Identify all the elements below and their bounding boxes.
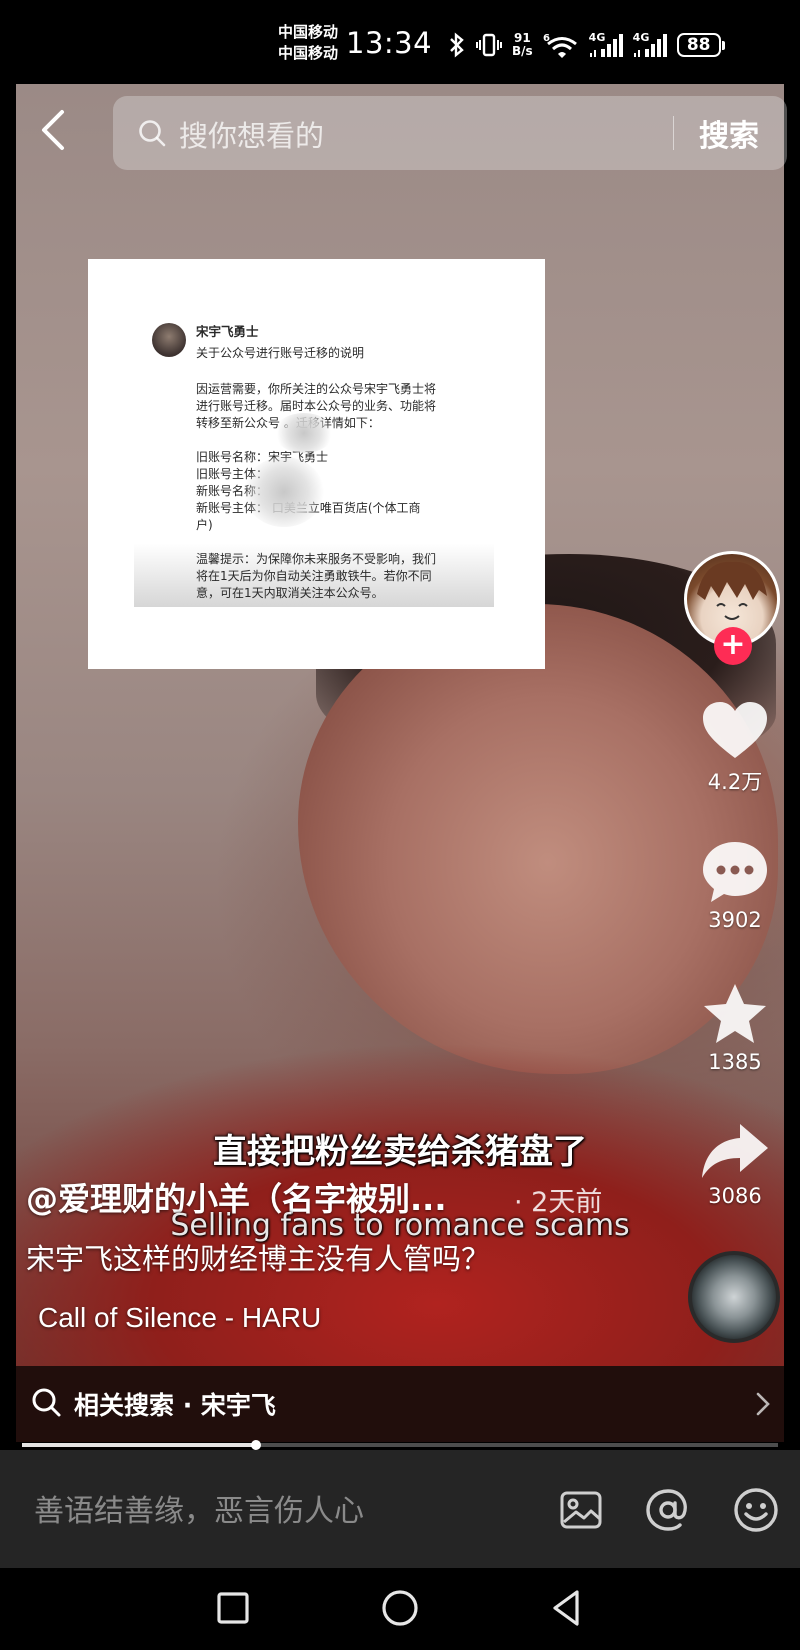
follow-plus-button[interactable]: + xyxy=(714,627,752,665)
like-button[interactable]: 4.2万 xyxy=(690,700,780,796)
doc-account-avatar xyxy=(152,323,186,357)
doc-account-name: 宋宇飞勇士 xyxy=(196,324,259,339)
music-title[interactable]: Call of Silence - HARU xyxy=(38,1302,321,1334)
signal-bars-icon xyxy=(589,34,623,57)
system-nav-bar xyxy=(0,1568,800,1650)
heart-icon xyxy=(703,702,767,758)
doc-line: 进行账号迁移。届时本公众号的业务、功能将 xyxy=(196,399,437,413)
comment-count: 3902 xyxy=(708,908,762,932)
search-icon xyxy=(32,1388,61,1417)
progress-handle[interactable] xyxy=(251,1440,262,1450)
doc-title: 关于公众号进行账号迁移的说明 xyxy=(196,346,365,360)
doc-line: 意，可在1天内取消关注本公众号。 xyxy=(196,586,384,600)
progress-fill xyxy=(22,1443,257,1447)
document-screenshot: 宋宇飞勇士 关于公众号进行账号迁移的说明 因运营需要，你所关注的公众号宋宇飞勇士… xyxy=(88,259,545,669)
comment-bubble-icon xyxy=(703,842,767,902)
bluetooth-icon xyxy=(450,32,464,58)
censor-blur xyxy=(274,413,334,453)
carrier-1: 中国移动 xyxy=(278,23,339,41)
carrier-2: 中国移动 xyxy=(278,44,339,62)
comment-bar: 善语结善缘，恶言伤人心 xyxy=(0,1450,800,1568)
favorite-count: 1385 xyxy=(708,1050,762,1074)
battery-level: 88 xyxy=(676,33,721,57)
favorite-button[interactable]: 1385 xyxy=(690,982,780,1074)
search-icon xyxy=(139,120,166,147)
signal-2: 4G xyxy=(633,31,667,59)
censor-blur xyxy=(244,457,324,527)
battery-indicator: 88 xyxy=(676,33,725,57)
wifi-icon: 6 xyxy=(543,33,577,58)
signal-1: 4G xyxy=(589,31,623,59)
doc-line: 旧账号名称：宋宇飞勇士 xyxy=(196,450,329,464)
status-icons: 91 B/s 6 4G 4G 88 xyxy=(448,30,725,60)
carrier-names: 中国移动 中国移动 xyxy=(278,22,338,64)
share-count: 3086 xyxy=(708,1184,762,1208)
subtitle-chinese: 直接把粉丝卖给杀猪盘了 xyxy=(213,1132,587,1172)
signal-bars-icon xyxy=(633,34,667,57)
doc-line-gap xyxy=(196,534,436,551)
document-body: 宋宇飞勇士 关于公众号进行账号迁移的说明 因运营需要，你所关注的公众号宋宇飞勇士… xyxy=(134,317,494,607)
doc-line: 将在1天后为你自动关注勇敢铁牛。若你不同 xyxy=(196,569,432,583)
emoji-icon[interactable] xyxy=(732,1486,780,1534)
video-description: 宋宇飞这样的财经博主没有人管吗？ xyxy=(26,1242,491,1276)
battery-tip xyxy=(721,40,725,50)
status-bar: 中国移动 中国移动 13:34 91 B/s 6 4G 4G 88 xyxy=(0,0,800,84)
mention-icon[interactable] xyxy=(644,1486,692,1534)
star-icon xyxy=(704,984,766,1043)
video-progress-bar[interactable] xyxy=(22,1440,778,1450)
image-icon[interactable] xyxy=(557,1486,605,1534)
doc-line: 因运营需要，你所关注的公众号宋宇飞勇士将 xyxy=(196,382,437,396)
status-clock: 13:34 xyxy=(346,26,433,60)
recent-apps-square-icon[interactable] xyxy=(213,1588,253,1628)
search-button[interactable]: 搜索 xyxy=(699,111,759,155)
back-arrow-icon[interactable] xyxy=(36,108,72,152)
doc-line: 温馨提示：为保障你未来服务不受影响，我们 xyxy=(196,552,437,566)
vibrate-icon xyxy=(476,33,502,57)
comment-button[interactable]: 3902 xyxy=(690,840,780,932)
related-search-label: 相关搜索 · 宋宇飞 xyxy=(74,1391,276,1420)
search-input[interactable]: 搜你想看的 xyxy=(179,113,324,155)
home-circle-icon[interactable] xyxy=(380,1588,420,1628)
search-divider xyxy=(673,116,674,150)
like-count: 4.2万 xyxy=(707,770,763,794)
music-disc[interactable] xyxy=(688,1251,780,1343)
network-speed: 91 B/s xyxy=(512,31,533,58)
search-bar[interactable]: 搜你想看的 搜索 xyxy=(113,96,787,170)
doc-line: 户) xyxy=(196,518,213,532)
related-search-bar[interactable]: 相关搜索 · 宋宇飞 xyxy=(16,1366,784,1442)
comment-input[interactable]: 善语结善缘，恶言伤人心 xyxy=(34,1486,364,1530)
chevron-right-icon xyxy=(756,1392,770,1416)
back-triangle-icon[interactable] xyxy=(547,1588,587,1628)
